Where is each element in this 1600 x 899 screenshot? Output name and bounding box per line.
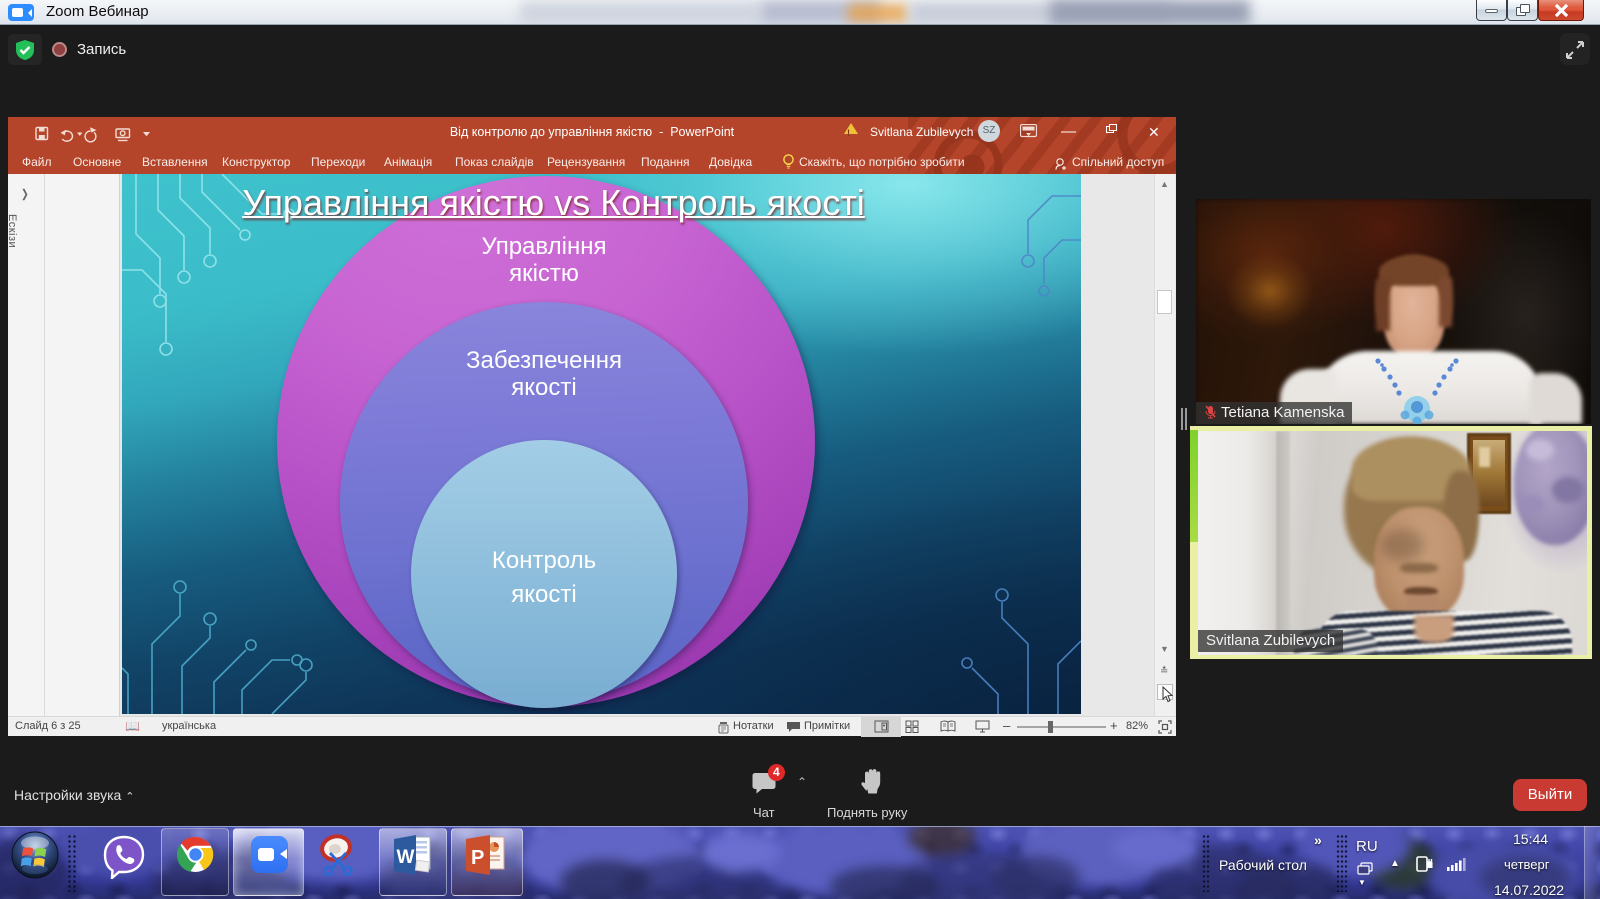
svg-text:P: P — [471, 847, 484, 869]
svg-text:W: W — [397, 847, 415, 868]
